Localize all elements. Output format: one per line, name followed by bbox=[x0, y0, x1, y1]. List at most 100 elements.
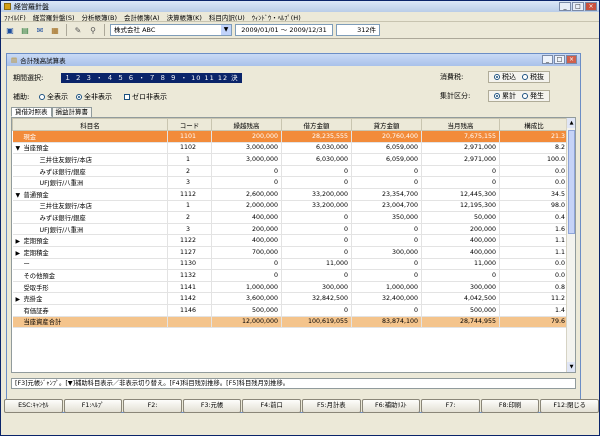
table-row[interactable]: ▶ 定期預金 1122 400,000 0 0 400,000 1.1 bbox=[12, 234, 569, 247]
table-row[interactable]: ▶ 売掛金 1142 3,600,000 32,842,500 32,400,000 4,0… bbox=[12, 292, 569, 305]
cell-credit: 0 bbox=[351, 258, 422, 271]
menu-kaikei[interactable]: 会計帳簿(A) bbox=[124, 12, 160, 22]
account-name: 三井住友銀行/本店 bbox=[39, 156, 93, 164]
tax-incl-radio[interactable]: 税込 bbox=[494, 72, 516, 82]
menu-file[interactable]: ﾌｧｲﾙ(F) bbox=[4, 12, 26, 22]
period-select-label: 期間選択: bbox=[13, 74, 44, 82]
account-name: 現金 bbox=[23, 133, 37, 141]
child-minimize-button[interactable]: _ bbox=[542, 55, 553, 64]
mail-icon[interactable]: ✉ bbox=[34, 24, 46, 36]
expand-toggle-icon[interactable]: ▼ bbox=[16, 145, 24, 152]
f7-button[interactable]: F7: bbox=[421, 399, 480, 413]
search-icon[interactable]: ⚲ bbox=[87, 24, 99, 36]
table-row[interactable]: その他預金 1132 0 0 0 0 0.0 bbox=[12, 269, 569, 282]
maximize-button[interactable]: □ bbox=[572, 2, 584, 11]
col-header-name[interactable]: 科目名 bbox=[12, 118, 168, 131]
table-row[interactable]: 受取手形 1141 1,000,000 300,000 1,000,000 300,000… bbox=[12, 281, 569, 294]
col-header-code[interactable]: コード bbox=[167, 118, 212, 131]
f2-button[interactable]: F2: bbox=[123, 399, 182, 413]
f12-close-button[interactable]: F12:閉じる bbox=[540, 399, 599, 413]
f6-sub-list-button[interactable]: F6:補助ﾘｽﾄ bbox=[361, 399, 421, 413]
table-row[interactable]: ▶ 定期積金 1127 700,000 0 300,000 400,000 1.1 bbox=[12, 246, 569, 259]
table-row[interactable]: ▼ 当座預金 1102 3,000,000 6,030,000 6,059,000 2,97… bbox=[12, 142, 569, 155]
table-row[interactable]: みずほ銀行/銀座 2 0 0 0 0 0.0 bbox=[12, 165, 569, 178]
period-month-selector[interactable]: １ ２ ３ ・ ４ ５ ６ ・ ７ ８ ９ ・ 10 11 12 決 bbox=[61, 73, 242, 83]
expand-toggle-icon[interactable]: ▶ bbox=[16, 296, 24, 303]
account-name: 受取手形 bbox=[23, 284, 49, 292]
table-row[interactable]: 三井住友銀行/本店 1 3,000,000 6,030,000 6,059,000 2,9… bbox=[12, 153, 569, 166]
chevron-down-icon[interactable]: ▼ bbox=[221, 25, 231, 35]
col-header-carryover[interactable]: 繰越残高 bbox=[211, 118, 282, 131]
f1-help-button[interactable]: F1:ﾍﾙﾌﾟ bbox=[63, 399, 123, 413]
agg-occurrence-radio[interactable]: 発生 bbox=[522, 91, 544, 101]
scroll-up-icon[interactable]: ▲ bbox=[567, 118, 575, 128]
col-header-balance[interactable]: 当月残高 bbox=[421, 118, 500, 131]
child-close-button[interactable]: × bbox=[566, 55, 577, 64]
f5-monthly-button[interactable]: F5:月計表 bbox=[301, 399, 361, 413]
table-row[interactable]: ▼ 普通預金 1112 2,600,000 33,200,000 23,354,700 12… bbox=[12, 188, 569, 201]
cell-code: 1122 bbox=[167, 234, 212, 247]
table-row[interactable]: 当座資産合計 12,000,000 100,619,055 83,874,100 28,… bbox=[12, 316, 569, 329]
table-row[interactable]: みずほ銀行/銀座 2 400,000 0 350,000 50,000 0.4 bbox=[12, 211, 569, 224]
tab-income-statement[interactable]: 損益計算書 bbox=[51, 107, 92, 117]
account-name: 当座資産合計 bbox=[23, 319, 62, 327]
menu-window-help[interactable]: ｳｨﾝﾄﾞｳ・ﾍﾙﾌﾟ(H) bbox=[252, 12, 301, 22]
col-header-credit[interactable]: 貸方金額 bbox=[351, 118, 422, 131]
child-restore-button[interactable]: □ bbox=[554, 55, 565, 64]
table-row[interactable]: UFJ銀行/八重洲 3 200,000 0 0 200,000 1.6 bbox=[12, 223, 569, 236]
save-icon[interactable]: ▣ bbox=[4, 24, 16, 36]
cell-name: 三井住友銀行/本店 bbox=[12, 153, 168, 166]
cell-debit: 0 bbox=[281, 211, 352, 224]
cell-carryover: 12,000,000 bbox=[211, 316, 282, 329]
cell-credit: 0 bbox=[351, 304, 422, 317]
account-name: 当座預金 bbox=[23, 145, 49, 153]
table-row[interactable]: 現金 1101 200,000 28,235,555 20,760,400 7,675,1… bbox=[12, 130, 569, 143]
expand-toggle-icon[interactable]: ▶ bbox=[16, 250, 24, 257]
grid-scrollbar[interactable]: ▲ ▼ bbox=[566, 118, 575, 372]
table-row[interactable]: UFJ銀行/八重洲 3 0 0 0 0 0.0 bbox=[12, 176, 569, 189]
hojo-show-all-radio[interactable]: 全表示 bbox=[39, 92, 68, 102]
cell-credit: 6,059,000 bbox=[351, 142, 422, 155]
company-name: 株式会社 ABC bbox=[114, 26, 156, 34]
menu-kessan[interactable]: 決算帳簿(K) bbox=[167, 12, 202, 22]
agg-cumulative-radio[interactable]: 累計 bbox=[494, 91, 516, 101]
cell-ratio: 0.4 bbox=[499, 211, 569, 224]
menu-bunseki[interactable]: 分析帳簿(B) bbox=[82, 12, 118, 22]
cell-balance: 0 bbox=[421, 165, 500, 178]
pen-icon[interactable]: ✎ bbox=[72, 24, 84, 36]
cell-ratio: 0.0 bbox=[499, 258, 569, 271]
table-row[interactable]: ー 1130 0 11,000 0 11,000 0.0 bbox=[12, 258, 569, 271]
col-header-debit[interactable]: 借方金額 bbox=[281, 118, 352, 131]
col-header-ratio[interactable]: 構成比 bbox=[499, 118, 569, 131]
cell-carryover: 400,000 bbox=[211, 211, 282, 224]
cell-credit: 6,059,000 bbox=[351, 153, 422, 166]
scroll-thumb[interactable] bbox=[568, 130, 575, 234]
expand-toggle-icon[interactable]: ▼ bbox=[16, 192, 24, 199]
cell-credit: 1,000,000 bbox=[351, 281, 422, 294]
minimize-button[interactable]: _ bbox=[559, 2, 571, 11]
account-name: その他預金 bbox=[23, 272, 55, 280]
account-name: UFJ銀行/八重洲 bbox=[39, 180, 84, 188]
esc-cancel-button[interactable]: ESC:ｷｬﾝｾﾙ bbox=[4, 399, 63, 413]
expand-toggle-icon[interactable]: ▶ bbox=[16, 238, 24, 245]
table-icon[interactable]: ▤ bbox=[19, 24, 31, 36]
table-row[interactable]: 三井住友銀行/本店 1 2,000,000 33,200,000 23,004,700 1… bbox=[12, 200, 569, 213]
scroll-down-icon[interactable]: ▼ bbox=[567, 362, 575, 372]
f4-button[interactable]: F4:前口 bbox=[242, 399, 301, 413]
table-row[interactable]: 有価証券 1146 500,000 0 0 500,000 1.4 bbox=[12, 304, 569, 317]
tab-balance-sheet[interactable]: 貸借対照表 bbox=[11, 107, 52, 117]
cell-name: ▶ 売掛金 bbox=[12, 292, 168, 305]
close-button[interactable]: × bbox=[585, 2, 597, 11]
tax-excl-radio[interactable]: 税抜 bbox=[522, 72, 544, 82]
f3-ledger-button[interactable]: F3:元帳 bbox=[182, 399, 242, 413]
menu-kamoku[interactable]: 科目内訳(U) bbox=[209, 12, 245, 22]
company-select[interactable]: 株式会社 ABC ▼ bbox=[110, 24, 232, 36]
cell-ratio: 1.4 bbox=[499, 304, 569, 317]
cell-name: ▶ 定期預金 bbox=[12, 234, 168, 247]
f8-print-button[interactable]: F8:印刷 bbox=[480, 399, 540, 413]
zero-hide-checkbox[interactable]: ゼロ非表示 bbox=[124, 92, 167, 102]
menu-keiei[interactable]: 経営羅針盤(S) bbox=[33, 12, 75, 22]
cell-name: ▼ 普通預金 bbox=[12, 188, 168, 201]
image-icon[interactable]: ▦ bbox=[49, 24, 61, 36]
hojo-hide-all-radio[interactable]: 全非表示 bbox=[76, 92, 112, 102]
